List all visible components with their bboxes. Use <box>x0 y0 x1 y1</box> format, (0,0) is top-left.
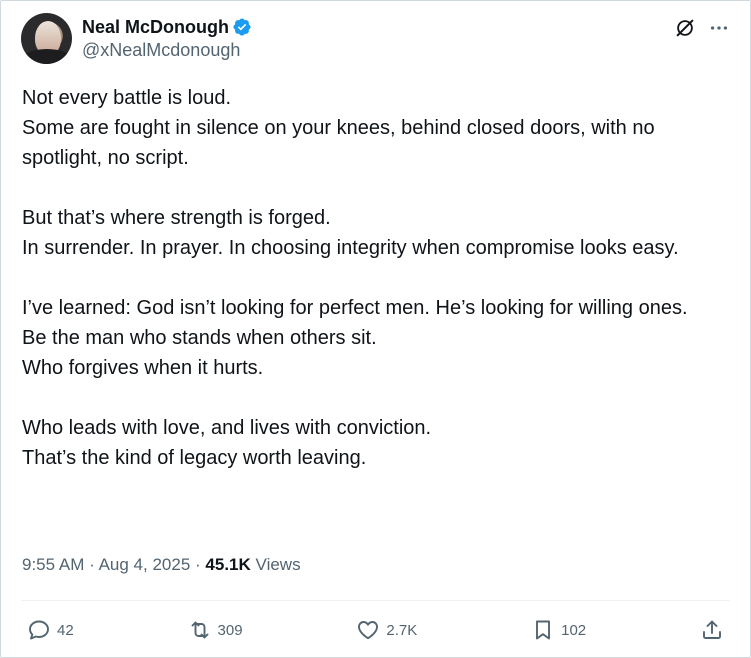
tweet-text: Not every battle is loud. Some are fough… <box>22 83 734 473</box>
avatar[interactable] <box>21 13 72 64</box>
tweet-paragraph: But that’s where strength is forged. In … <box>22 207 679 259</box>
reply-button[interactable]: 42 <box>27 618 74 642</box>
heart-icon <box>358 621 379 640</box>
tweet-paragraph: I’ve learned: God isn’t looking for perf… <box>22 297 688 379</box>
verified-badge-icon <box>233 18 251 36</box>
repost-button[interactable]: 309 <box>188 618 243 642</box>
bookmark-button[interactable]: 102 <box>531 618 586 642</box>
divider <box>21 600 730 601</box>
reply-count: 42 <box>57 621 74 639</box>
bookmark-count: 102 <box>561 621 587 639</box>
views-count[interactable]: 45.1K <box>205 555 250 574</box>
like-button[interactable]: 2.7K <box>356 618 417 642</box>
avatar-shoulders <box>23 49 71 64</box>
bookmark-icon <box>536 620 551 640</box>
like-count: 2.7K <box>386 621 418 639</box>
reply-icon <box>29 620 49 640</box>
grok-icon[interactable] <box>674 17 696 39</box>
repost-count: 309 <box>217 621 243 639</box>
name-row: Neal McDonough <box>82 16 252 38</box>
repost-icon <box>191 621 208 639</box>
meta-separator: · <box>195 555 201 574</box>
tweet-time[interactable]: 9:55 AM <box>22 555 84 574</box>
action-bar: 42 309 2.7K 102 <box>27 616 724 644</box>
views-label: Views <box>255 555 301 574</box>
display-name[interactable]: Neal McDonough <box>82 16 229 38</box>
share-icon <box>703 620 721 639</box>
tweet-card: Neal McDonough @xNealMcdonough Not every… <box>0 0 751 658</box>
more-icon[interactable] <box>708 17 730 39</box>
tweet-meta: 9:55 AM · Aug 4, 2025 · 45.1K Views <box>22 553 301 577</box>
author-names: Neal McDonough @xNealMcdonough <box>82 16 252 62</box>
top-actions <box>674 17 730 39</box>
share-button[interactable] <box>700 618 724 642</box>
tweet-header: Neal McDonough @xNealMcdonough <box>21 13 730 65</box>
handle[interactable]: @xNealMcdonough <box>82 38 252 62</box>
tweet-paragraph: Not every battle is loud. Some are fough… <box>22 87 655 169</box>
tweet-date[interactable]: Aug 4, 2025 <box>99 555 191 574</box>
meta-separator: · <box>89 555 95 574</box>
tweet-paragraph: Who leads with love, and lives with conv… <box>22 417 432 469</box>
